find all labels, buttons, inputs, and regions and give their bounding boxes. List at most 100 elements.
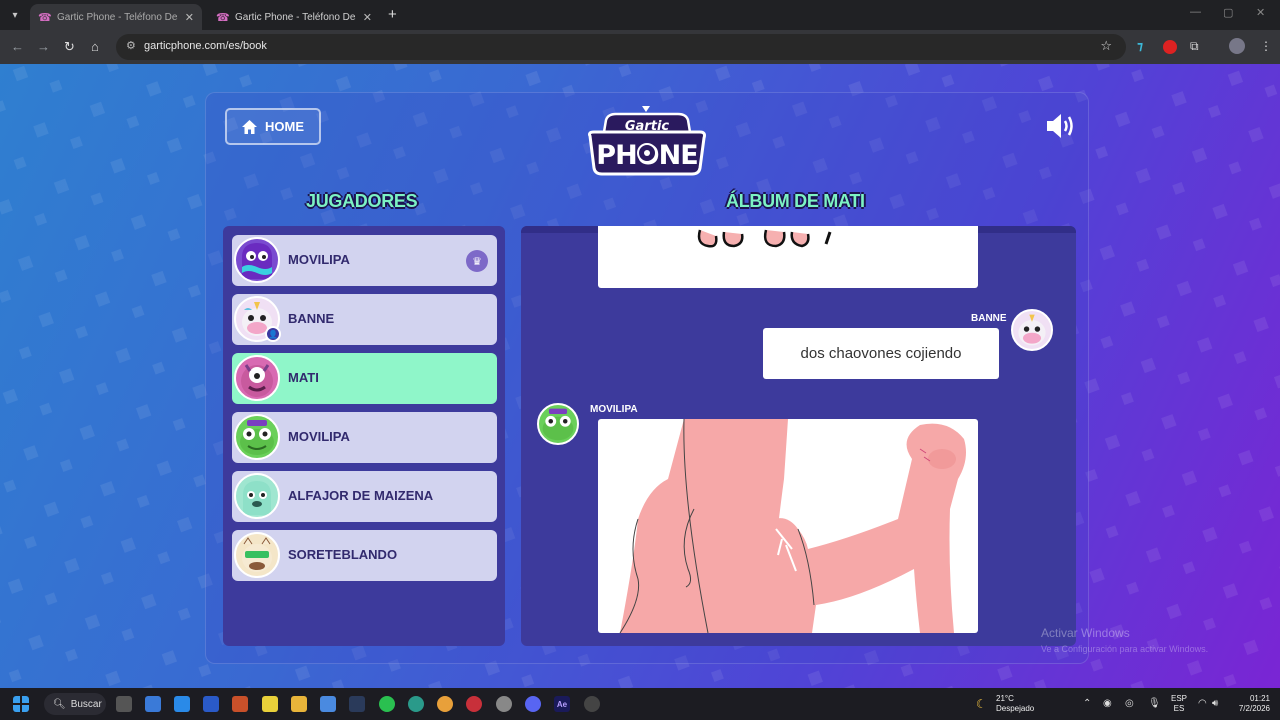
- player-name: SORETEBLANDO: [288, 547, 398, 562]
- album-heading: ÁLBUM DE MATI: [726, 191, 865, 211]
- file-explorer-icon[interactable]: [291, 696, 307, 712]
- site-info-icon[interactable]: ⚙: [126, 39, 136, 52]
- extension-red-icon[interactable]: [1163, 40, 1177, 54]
- home-button[interactable]: HOME: [225, 108, 321, 145]
- steam-icon[interactable]: [349, 696, 365, 712]
- lang-bottom: ES: [1173, 704, 1185, 713]
- app-icon[interactable]: [584, 696, 600, 712]
- discord-icon[interactable]: [525, 696, 541, 712]
- tab-title: Gartic Phone - Teléfono Descom: [57, 11, 178, 23]
- home-icon[interactable]: ⌂: [91, 39, 99, 54]
- new-tab-icon[interactable]: +: [388, 6, 397, 23]
- browser-toolbar: ← → ↻ ⌂ ⚙ garticphone.com/es/book ☆ ⁊ ⧉ …: [0, 30, 1280, 64]
- weather-temp: 21°C: [996, 694, 1014, 703]
- app-icon[interactable]: [145, 696, 161, 712]
- after-effects-icon[interactable]: Ae: [554, 696, 570, 712]
- drawing-canvas: [619, 419, 966, 633]
- frog-avatar-icon: [542, 408, 574, 441]
- player-name: MOVILIPA: [288, 252, 350, 267]
- chrome-icon[interactable]: [437, 696, 453, 712]
- players-list: MOVILIPA ♛ 👤 BANNE MATI MOVILIPA ALFAJOR…: [223, 226, 505, 646]
- frog-avatar-icon: [240, 420, 274, 455]
- taskbar-search[interactable]: 🔍︎ Buscar: [44, 693, 106, 715]
- forward-icon[interactable]: →: [37, 39, 50, 54]
- notepad-icon[interactable]: [320, 696, 336, 712]
- home-button-label: HOME: [265, 119, 304, 134]
- tab-close-icon[interactable]: ✕: [185, 11, 194, 24]
- player-name: BANNE: [288, 311, 335, 326]
- app-icon[interactable]: [232, 696, 248, 712]
- clock-time: 01:21: [1249, 694, 1270, 703]
- address-bar[interactable]: ⚙ garticphone.com/es/book ☆: [116, 34, 1126, 60]
- bookmark-star-icon[interactable]: ☆: [1100, 38, 1112, 54]
- avatar: [537, 403, 579, 445]
- reload-icon[interactable]: ↻: [64, 39, 75, 55]
- player-row[interactable]: ALFAJOR DE MAIZENA: [232, 471, 497, 522]
- previous-drawing-canvas: [697, 229, 832, 248]
- windows-start-icon[interactable]: [13, 696, 29, 712]
- gartic-favicon-icon: ☎: [38, 11, 52, 24]
- language-indicator[interactable]: ESP ES: [1171, 694, 1187, 714]
- tray-app-icon[interactable]: ◎: [1125, 698, 1134, 709]
- edge-icon[interactable]: [408, 696, 424, 712]
- tab-search-chevron-icon[interactable]: ▾: [6, 6, 24, 24]
- player-row[interactable]: SORETEBLANDO: [232, 530, 497, 581]
- weather-widget[interactable]: 21°C Despejado: [996, 694, 1034, 714]
- avatar: [234, 414, 280, 460]
- task-view-icon[interactable]: [116, 696, 132, 712]
- todo-icon[interactable]: [174, 696, 190, 712]
- album-feed[interactable]: BANNE dos chaovones cojiendo MOVILIPA: [521, 226, 1076, 646]
- user-badge-icon: 👤: [265, 326, 281, 342]
- sticky-notes-icon[interactable]: [262, 696, 278, 712]
- player-row[interactable]: MATI: [232, 353, 497, 404]
- house-icon: [242, 119, 257, 134]
- profile-avatar[interactable]: [1229, 38, 1245, 54]
- avatar: [234, 532, 280, 578]
- weather-desc: Despejado: [996, 704, 1035, 713]
- microphone-icon[interactable]: 🎙︎: [1148, 698, 1161, 709]
- player-row[interactable]: MOVILIPA ♛: [232, 235, 497, 286]
- moon-weather-icon: ☾: [976, 697, 987, 711]
- browser-tab-1[interactable]: ☎ Gartic Phone - Teléfono Descom ✕: [30, 4, 202, 30]
- ghost-avatar-icon: [242, 243, 272, 279]
- app-icon[interactable]: [496, 696, 512, 712]
- avatar: [234, 473, 280, 519]
- browser-tab-2[interactable]: ☎ Gartic Phone - Teléfono Descom ✕: [208, 4, 380, 30]
- drawing-card: [598, 419, 978, 633]
- gartic-page: HOME Gartic PHONE JUGADORES ÁLBUM DE MAT…: [0, 64, 1280, 688]
- message-bubble: dos chaovones cojiendo: [763, 328, 999, 379]
- volume-icon[interactable]: 🔊︎: [1212, 698, 1218, 709]
- clock[interactable]: 01:21 7/2/2026: [1230, 694, 1270, 714]
- whatsapp-icon[interactable]: [379, 696, 395, 712]
- minimize-icon[interactable]: —: [1190, 6, 1201, 18]
- player-name: ALFAJOR DE MAIZENA: [288, 488, 434, 503]
- extensions-puzzle-icon[interactable]: ⧉: [1190, 39, 1199, 54]
- cat-sunglasses-avatar-icon: [242, 537, 272, 572]
- extension-icon[interactable]: ⁊: [1137, 39, 1143, 53]
- player-name: MATI: [288, 370, 319, 385]
- menu-kebab-icon[interactable]: ⋮: [1260, 39, 1272, 53]
- opera-icon[interactable]: [466, 696, 482, 712]
- tray-chevron-icon[interactable]: ⌃: [1083, 698, 1091, 709]
- window-close-icon[interactable]: ✕: [1256, 6, 1265, 19]
- search-icon: 🔍︎: [53, 698, 66, 710]
- avatar: [234, 237, 280, 283]
- taskbar-search-label: Buscar: [70, 698, 102, 710]
- monster-avatar-icon: [241, 364, 273, 397]
- wifi-icon[interactable]: ◠: [1198, 698, 1207, 709]
- sound-speaker-icon[interactable]: [1045, 113, 1077, 139]
- player-row[interactable]: 👤 BANNE: [232, 294, 497, 345]
- word-icon[interactable]: [203, 696, 219, 712]
- player-name: MOVILIPA: [288, 429, 350, 444]
- back-icon[interactable]: ←: [11, 39, 24, 54]
- player-row[interactable]: MOVILIPA: [232, 412, 497, 463]
- previous-drawing-card: [598, 226, 978, 288]
- gartic-phone-logo[interactable]: Gartic PHONE: [586, 106, 708, 186]
- message-author-name: BANNE: [971, 313, 1007, 324]
- browser-tab-bar: ▾ ☎ Gartic Phone - Teléfono Descom ✕ ☎ G…: [0, 0, 1280, 30]
- maximize-icon[interactable]: ▢: [1223, 6, 1233, 19]
- avatar: [234, 355, 280, 401]
- tab-close-icon[interactable]: ✕: [363, 11, 372, 24]
- tray-app-icon[interactable]: ◉: [1103, 698, 1112, 709]
- activate-windows-subtitle: Ve a Configuración para activar Windows.: [1041, 644, 1209, 654]
